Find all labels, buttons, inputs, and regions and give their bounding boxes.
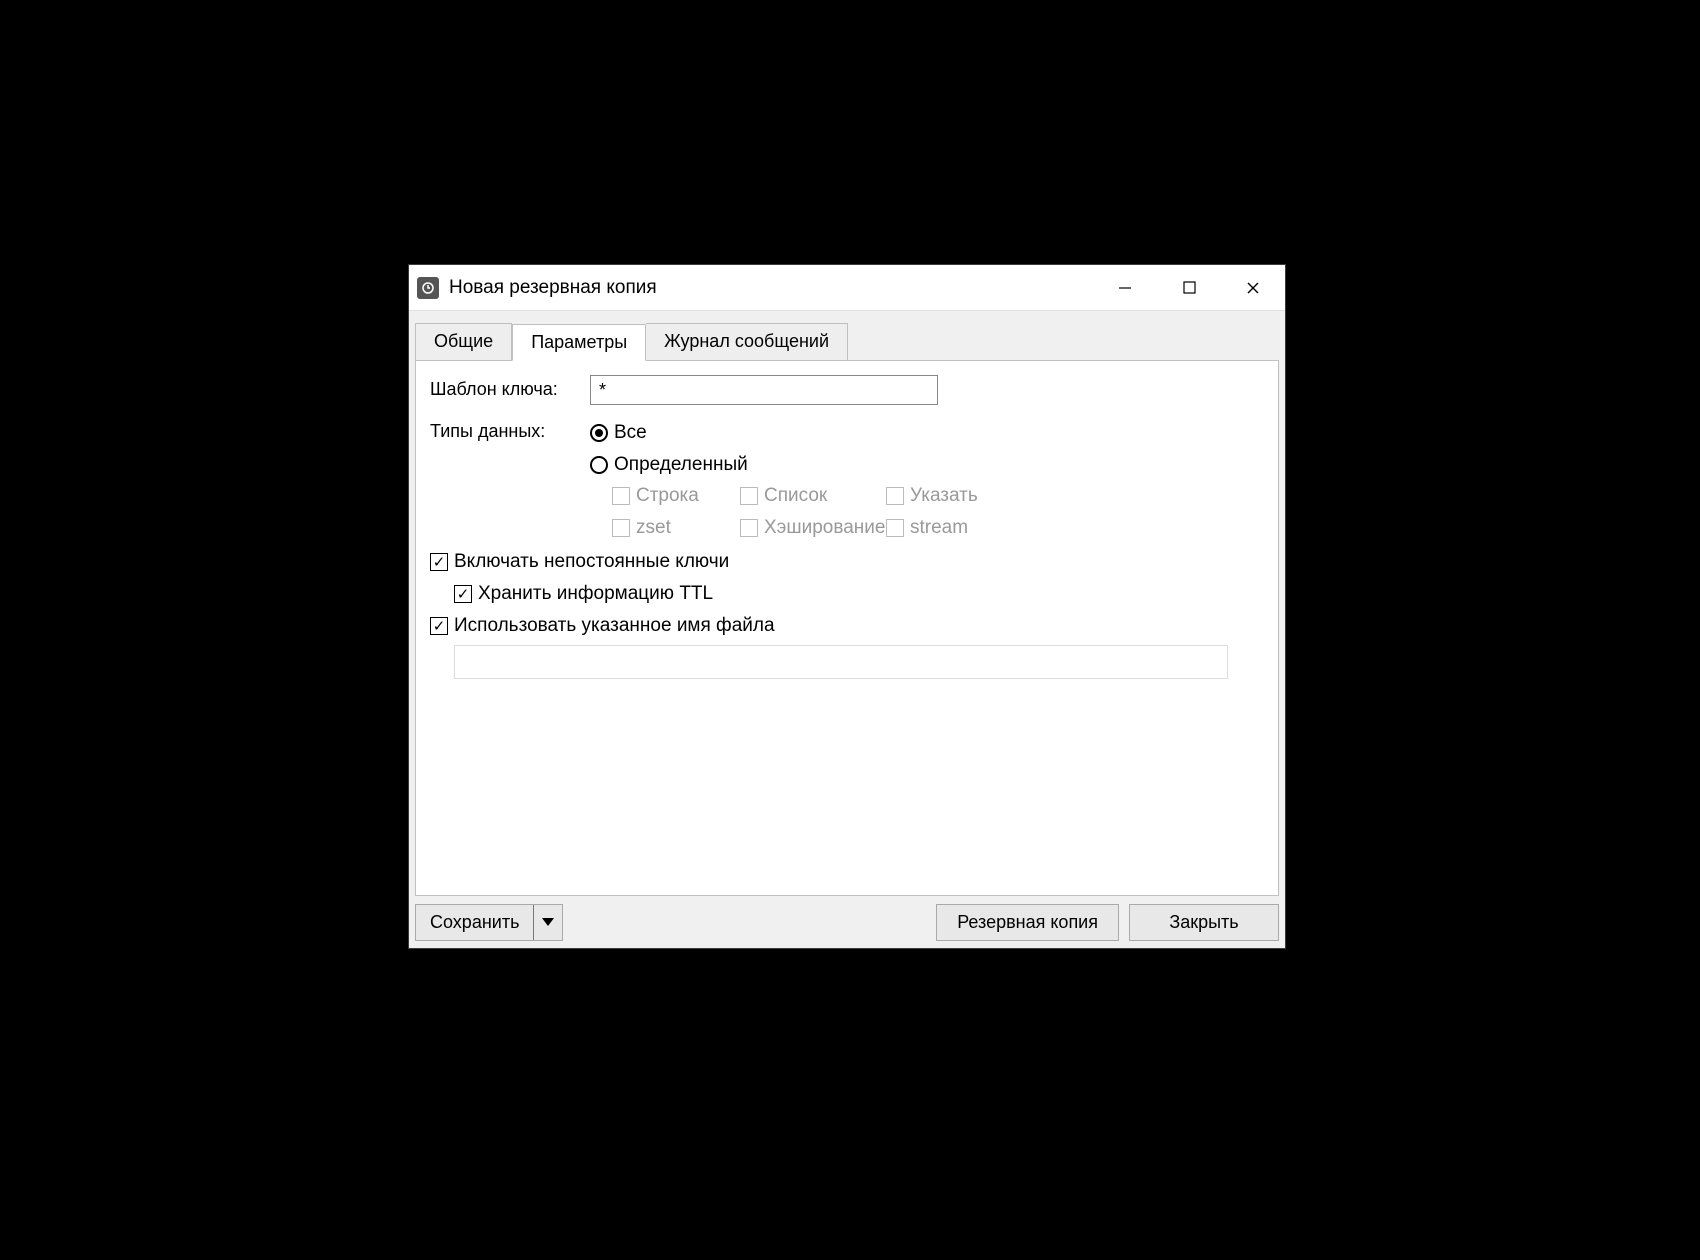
filename-input[interactable] [454, 645, 1228, 679]
row-data-types: Типы данных: Все Определенный Строка Спи… [430, 417, 1264, 539]
checkbox-label: zset [636, 517, 671, 539]
checkbox-string: Строка [612, 485, 740, 507]
label-data-types: Типы данных: [430, 417, 590, 442]
checkbox-label: Указать [910, 485, 978, 507]
checkbox-stream: stream [886, 517, 1026, 539]
maximize-icon [1183, 281, 1196, 294]
radio-label: Все [614, 422, 647, 444]
checkbox-zset: zset [612, 517, 740, 539]
checkbox-icon [612, 519, 630, 537]
radio-specific[interactable]: Определенный [590, 449, 1026, 481]
checkbox-hash: Хэширование [740, 517, 886, 539]
row-key-pattern: Шаблон ключа: [430, 375, 1264, 405]
checkbox-label: Список [764, 485, 827, 507]
checkbox-use-filename[interactable]: Использовать указанное имя файла [430, 615, 1264, 637]
checkbox-icon [886, 519, 904, 537]
tab-strip: Общие Параметры Журнал сообщений [409, 311, 1285, 360]
chevron-down-icon [542, 918, 554, 926]
checkbox-icon [430, 553, 448, 571]
checkbox-label: Строка [636, 485, 699, 507]
checkbox-icon [430, 617, 448, 635]
button-label: Закрыть [1169, 912, 1238, 933]
radio-label: Определенный [614, 454, 748, 476]
window-controls [1093, 265, 1285, 310]
checkbox-label: Хэширование [764, 517, 885, 539]
backup-button[interactable]: Резервная копия [936, 904, 1119, 941]
save-split-button[interactable]: Сохранить [415, 904, 563, 941]
maximize-button[interactable] [1157, 265, 1221, 310]
save-button-label: Сохранить [416, 905, 534, 940]
save-dropdown-arrow[interactable] [534, 905, 562, 940]
checkbox-store-ttl[interactable]: Хранить информацию TTL [454, 583, 1264, 605]
checkbox-icon [612, 487, 630, 505]
checkbox-label: Включать непостоянные ключи [454, 551, 729, 573]
tab-log[interactable]: Журнал сообщений [646, 323, 848, 360]
minimize-icon [1118, 281, 1132, 295]
checkbox-label: Использовать указанное имя файла [454, 615, 775, 637]
checkbox-icon [740, 519, 758, 537]
button-label: Резервная копия [957, 912, 1098, 933]
label-key-pattern: Шаблон ключа: [430, 375, 590, 400]
type-checkbox-grid: Строка Список Указать zset Хэширование s… [612, 485, 1026, 539]
checkbox-label: Хранить информацию TTL [478, 583, 713, 605]
close-dialog-button[interactable]: Закрыть [1129, 904, 1279, 941]
tab-label: Параметры [531, 332, 627, 352]
radio-all[interactable]: Все [590, 417, 1026, 449]
key-pattern-input[interactable] [590, 375, 938, 405]
app-icon [417, 277, 439, 299]
checkbox-label: stream [910, 517, 968, 539]
tab-label: Журнал сообщений [664, 331, 829, 351]
tab-general[interactable]: Общие [415, 323, 512, 360]
checkbox-icon [886, 487, 904, 505]
checkbox-include-volatile[interactable]: Включать непостоянные ключи [430, 551, 1264, 573]
tab-parameters[interactable]: Параметры [512, 324, 646, 361]
titlebar[interactable]: Новая резервная копия [409, 265, 1285, 311]
close-icon [1246, 281, 1260, 295]
parameters-panel: Шаблон ключа: Типы данных: Все Определен… [415, 360, 1279, 896]
dialog-window: Новая резервная копия Общие Параметры Жу… [408, 264, 1286, 949]
minimize-button[interactable] [1093, 265, 1157, 310]
tab-label: Общие [434, 331, 493, 351]
checkbox-list: Список [740, 485, 886, 507]
radio-icon [590, 424, 608, 442]
footer: Сохранить Резервная копия Закрыть [409, 896, 1285, 948]
data-types-group: Все Определенный Строка Список Указать z… [590, 417, 1026, 539]
checkbox-icon [454, 585, 472, 603]
client-area: Общие Параметры Журнал сообщений Шаблон … [409, 311, 1285, 948]
checkbox-set: Указать [886, 485, 1026, 507]
checkbox-icon [740, 487, 758, 505]
close-button[interactable] [1221, 265, 1285, 310]
radio-icon [590, 456, 608, 474]
window-title: Новая резервная копия [449, 277, 657, 299]
